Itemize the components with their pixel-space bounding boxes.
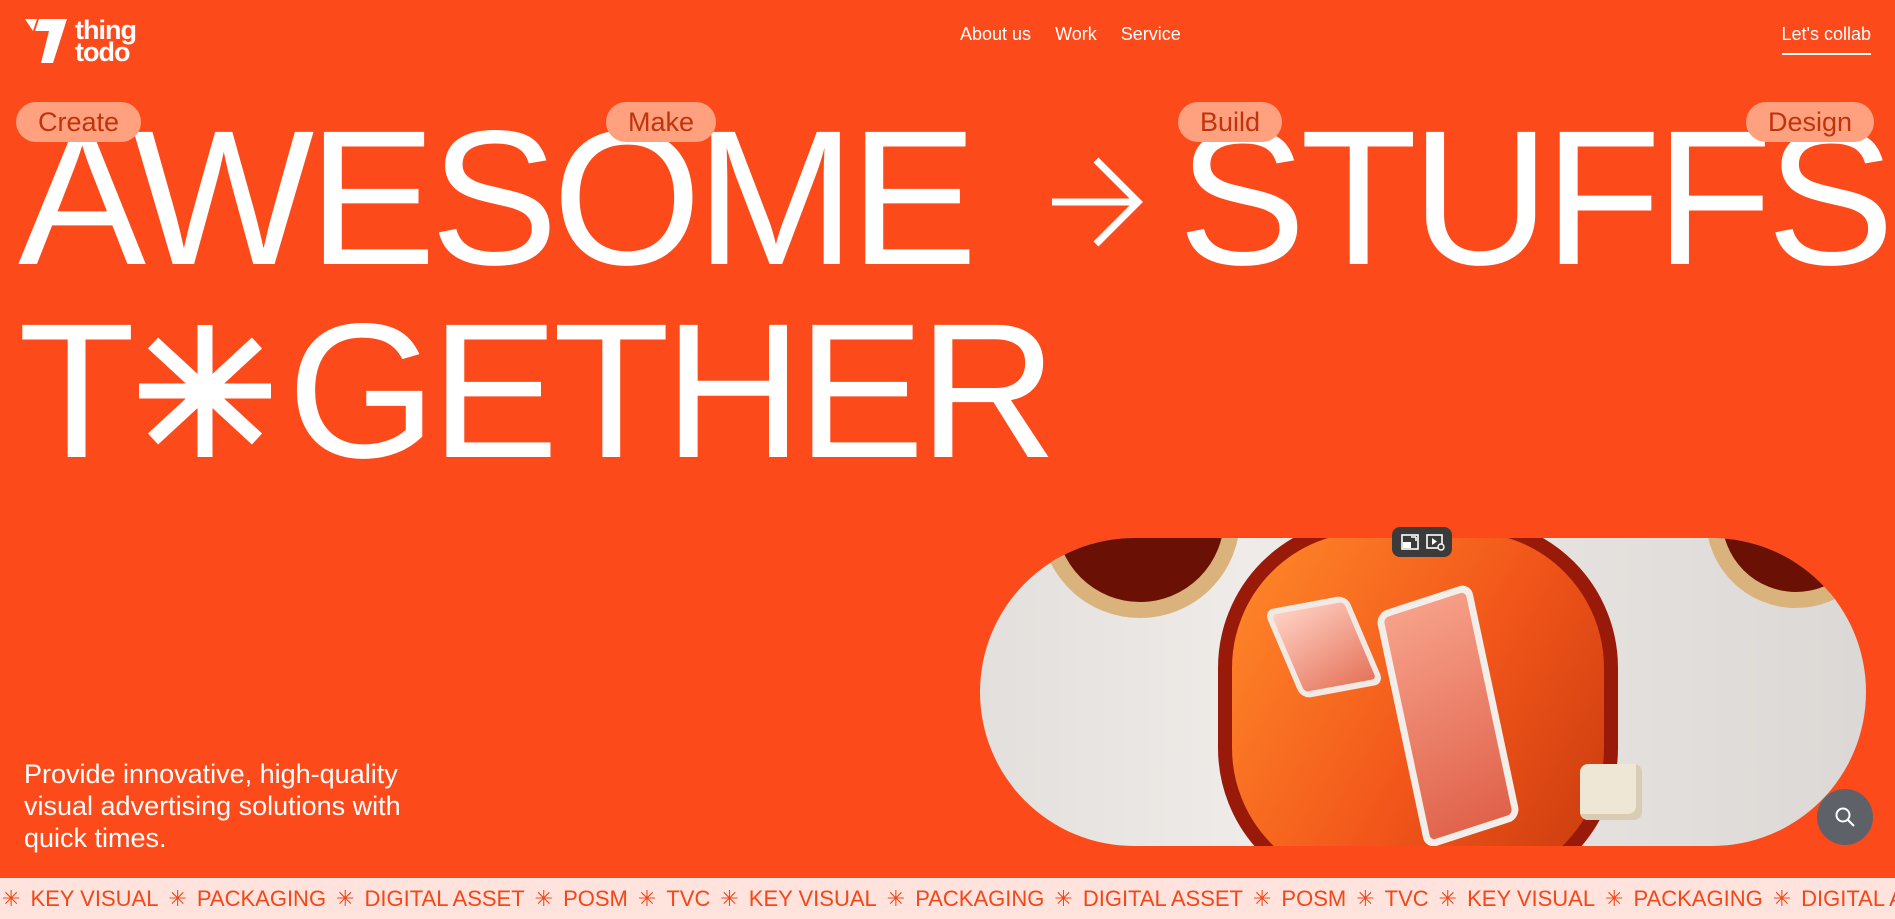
asterisk-icon: ✳ [1252, 885, 1272, 911]
video-bowl-left [1040, 538, 1240, 618]
brand-logo[interactable]: thing todo [23, 17, 137, 67]
marquee-item: KEY VISUAL ✳ [1467, 886, 1633, 912]
asterisk-icon: ✳ [2, 885, 21, 911]
asterisk-icon [139, 325, 272, 457]
marquee-item-label: PACKAGING [915, 885, 1045, 911]
headline-awesome: AWESOME [18, 90, 978, 305]
pill-make: Make [606, 102, 717, 142]
video-controls [1392, 527, 1452, 557]
marquee-item: TVC ✳ [1385, 886, 1467, 912]
marquee-item: PACKAGING ✳ [915, 886, 1083, 912]
services-marquee: ✳ KEY VISUAL ✳ PACKAGING ✳ DIGITAL ASSET ✳ POSM… [0, 878, 1895, 919]
logo-mark-icon [25, 19, 67, 63]
asterisk-icon: ✳ [720, 885, 739, 911]
marquee-item-label: POSM [1281, 885, 1347, 911]
asterisk-icon: ✳ [336, 885, 355, 911]
marquee-item: PACKAGING ✳ [1634, 886, 1802, 912]
logo-line-2: todo [75, 37, 130, 67]
nav-work[interactable]: Work [1055, 24, 1097, 45]
marquee-item: DIGITAL ASSET [1801, 886, 1895, 912]
headline-together: T GETHER [18, 295, 1057, 487]
marquee-item-label: PACKAGING [1633, 885, 1763, 911]
marquee-item-label: DIGITAL ASSET [364, 885, 525, 911]
page: thing todo About us Work Service Let's c… [0, 0, 1895, 919]
asterisk-icon: ✳ [886, 885, 906, 911]
marquee-item-label: KEY VISUAL [30, 885, 159, 911]
marquee-item: DIGITAL ASSET ✳ [365, 886, 564, 912]
lets-collab-link[interactable]: Let's collab [1781, 24, 1871, 55]
nav-about-us[interactable]: About us [960, 24, 1031, 45]
asterisk-icon: ✳ [534, 885, 554, 911]
hero-tagline: Provide innovative, high-quality visual … [24, 759, 401, 853]
marquee-item: KEY VISUAL ✳ [30, 886, 196, 912]
marquee-item: POSM ✳ [1281, 886, 1384, 912]
video-settings-icon[interactable] [1425, 533, 1445, 551]
asterisk-icon: ✳ [1356, 885, 1375, 911]
video-bowl-right [1706, 538, 1866, 608]
marquee-item: POSM ✳ [563, 886, 666, 912]
marquee-item: KEY VISUAL ✳ [749, 886, 915, 912]
marquee-item-label: DIGITAL ASSET [1082, 885, 1243, 911]
marquee-item-label: KEY VISUAL [748, 885, 877, 911]
search-icon [1835, 807, 1855, 827]
asterisk-icon: ✳ [1438, 885, 1458, 911]
arrow-right-icon [1052, 157, 1143, 247]
marquee-item-label: TVC [1384, 885, 1429, 911]
pill-create: Create [16, 102, 142, 142]
marquee-item-label: KEY VISUAL [1467, 885, 1596, 911]
main-nav: About us Work Service [960, 24, 1181, 45]
video-sponge-cube [1580, 764, 1642, 820]
marquee-item: PACKAGING ✳ [197, 886, 365, 912]
asterisk-icon: ✳ [1605, 885, 1624, 911]
marquee-item-label: DIGITAL ASSET [1801, 885, 1895, 911]
nav-service[interactable]: Service [1121, 24, 1181, 45]
search-button[interactable] [1817, 789, 1873, 845]
logo-text: thing todo [75, 17, 137, 67]
headline-together-rest: GETHER [287, 283, 1057, 498]
hero-video[interactable] [980, 538, 1866, 846]
pill-build: Build [1178, 102, 1283, 142]
picture-in-picture-icon[interactable] [1400, 533, 1420, 551]
asterisk-icon: ✳ [637, 885, 657, 911]
marquee-item: DIGITAL ASSET ✳ [1083, 886, 1282, 912]
marquee-item: TVC ✳ [666, 886, 748, 912]
headline-together-t: T [18, 283, 135, 498]
marquee-item-label: POSM [563, 885, 628, 911]
asterisk-icon: ✳ [168, 885, 187, 911]
asterisk-icon: ✳ [1054, 885, 1073, 911]
pill-design: Design [1746, 102, 1875, 142]
marquee-track: ✳ KEY VISUAL ✳ PACKAGING ✳ DIGITAL ASSET ✳ POSM… [0, 878, 1895, 919]
asterisk-icon: ✳ [1772, 885, 1792, 911]
marquee-item-label: PACKAGING [196, 885, 327, 911]
marquee-item-label: TVC [666, 885, 711, 911]
